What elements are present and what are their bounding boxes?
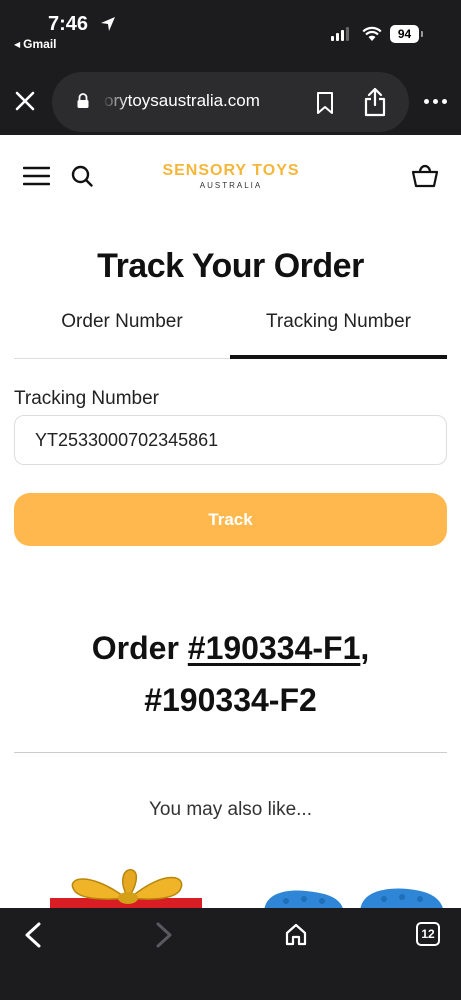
- more-icon[interactable]: [424, 99, 447, 104]
- browser-bottom-toolbar: 12: [0, 908, 461, 1000]
- share-icon[interactable]: [363, 87, 387, 117]
- tracking-number-label: Tracking Number: [14, 388, 160, 409]
- status-time: 7:46: [48, 13, 89, 35]
- address-bar[interactable]: orytoysaustralia.com: [52, 72, 409, 132]
- tracking-tabs: Order Number Tracking Number: [14, 303, 447, 359]
- divider: [14, 752, 447, 753]
- back-app-label: Gmail: [23, 37, 57, 51]
- back-triangle-icon: ◀: [14, 39, 21, 49]
- url-fade: [102, 86, 128, 118]
- wifi-icon: [362, 26, 382, 41]
- order-number-2: #190334-F2: [144, 682, 317, 718]
- home-icon[interactable]: [284, 922, 308, 946]
- tab-order-number[interactable]: Order Number: [14, 303, 230, 359]
- order-separator: ,: [360, 630, 370, 666]
- close-icon[interactable]: [14, 90, 36, 112]
- order-link-1[interactable]: #190334-F1: [188, 630, 361, 666]
- location-arrow-icon: [101, 17, 115, 31]
- logo-subtext: AUSTRALIA: [199, 181, 263, 190]
- cart-icon[interactable]: [411, 162, 439, 188]
- product-image-gift[interactable]: [48, 860, 208, 908]
- menu-icon[interactable]: [23, 166, 50, 186]
- page-title: Track Your Order: [97, 247, 364, 285]
- order-heading: Order #190334-F1, #190334-F2: [0, 622, 461, 726]
- browser-toolbar: orytoysaustralia.com: [0, 64, 461, 135]
- web-page: SENSORY TOYS AUSTRALIA Track Your Order …: [0, 135, 461, 908]
- nav-back-icon[interactable]: [24, 922, 42, 948]
- nav-forward-icon[interactable]: [155, 922, 173, 948]
- site-header: SENSORY TOYS AUSTRALIA: [0, 135, 461, 215]
- product-image-toy[interactable]: [256, 883, 456, 908]
- signal-icon: [331, 27, 349, 41]
- back-to-app-link[interactable]: ◀ Gmail: [14, 37, 57, 51]
- bookmark-icon[interactable]: [316, 91, 334, 115]
- lock-icon: [77, 93, 89, 108]
- tabs-icon[interactable]: 12: [416, 922, 440, 946]
- status-bar: 7:46 ◀ Gmail 94: [0, 0, 461, 64]
- also-like-heading: You may also like...: [149, 799, 312, 820]
- track-button[interactable]: Track: [14, 493, 447, 546]
- tracking-number-input[interactable]: [14, 415, 447, 465]
- url-text[interactable]: orytoysaustralia.com: [104, 91, 304, 111]
- site-logo[interactable]: SENSORY TOYS AUSTRALIA: [150, 162, 312, 190]
- search-icon[interactable]: [70, 164, 94, 188]
- order-prefix: Order: [91, 630, 188, 666]
- logo-text: SENSORY TOYS: [162, 162, 300, 179]
- battery-icon: 94: [390, 25, 423, 43]
- tab-tracking-number[interactable]: Tracking Number: [230, 303, 447, 359]
